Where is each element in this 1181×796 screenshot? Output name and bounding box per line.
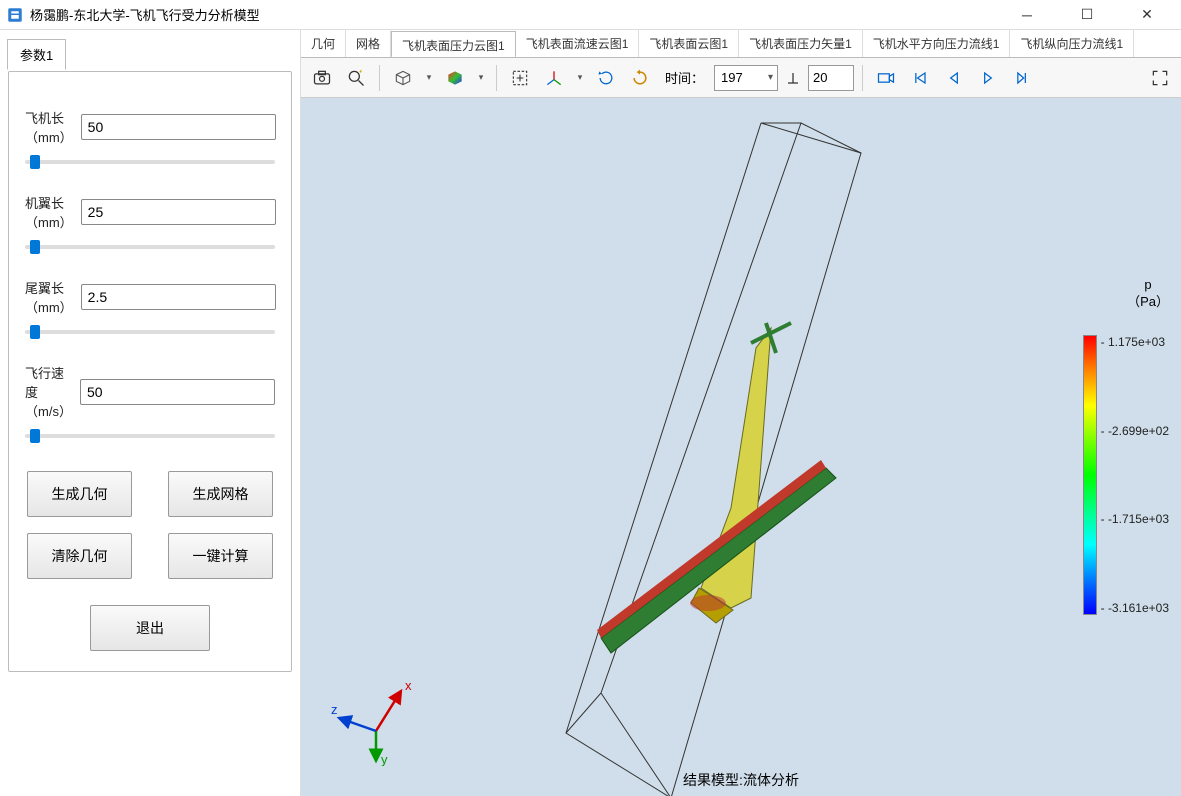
colorbar-tick: -2.699e+02: [1101, 424, 1169, 438]
svg-text:z: z: [331, 702, 338, 717]
viewport-3d[interactable]: x y z 结果模型:流体分析 p （Pa） 1.175e+03 -2.699e…: [301, 98, 1181, 796]
orientation-triad: x y z: [331, 676, 421, 766]
rotate-view-icon[interactable]: [591, 63, 621, 93]
svg-text:y: y: [381, 752, 388, 766]
plane-length-input[interactable]: [81, 114, 276, 140]
tab-pressure-contour[interactable]: 飞机表面压力云图1: [391, 31, 516, 58]
frame-input[interactable]: [808, 65, 854, 91]
perpendicular-icon[interactable]: [782, 63, 804, 93]
step-forward-icon[interactable]: [1007, 63, 1037, 93]
compute-button[interactable]: 一键计算: [168, 533, 273, 579]
tab-pressure-vector[interactable]: 飞机表面压力矢量1: [739, 30, 863, 57]
flight-speed-label: 飞行速度（m/s）: [25, 363, 72, 420]
wing-length-label: 机翼长（mm）: [25, 193, 73, 231]
skip-first-icon[interactable]: [905, 63, 935, 93]
time-label: 时间：: [665, 68, 704, 87]
window-title: 杨霭鹏-东北大学-飞机飞行受力分析模型: [30, 5, 1007, 24]
parameter-tab[interactable]: 参数1: [7, 39, 66, 70]
tab-vertical-streamline[interactable]: 飞机纵向压力流线1: [1010, 30, 1134, 57]
play-icon[interactable]: [973, 63, 1003, 93]
step-back-icon[interactable]: [939, 63, 969, 93]
window-titlebar: 杨霭鹏-东北大学-飞机飞行受力分析模型 ─ ☐ ✕: [0, 0, 1181, 30]
window-close-button[interactable]: ✕: [1127, 1, 1167, 29]
tab-geometry[interactable]: 几何: [301, 30, 346, 57]
colorbar-gradient: [1083, 335, 1097, 615]
fit-view-icon[interactable]: [505, 63, 535, 93]
svg-text:x: x: [405, 678, 412, 693]
colormap-dropdown[interactable]: ▾: [474, 72, 488, 83]
tab-surface-contour[interactable]: 飞机表面云图1: [639, 30, 739, 57]
generate-mesh-button[interactable]: 生成网格: [168, 471, 273, 517]
wing-length-input[interactable]: [81, 199, 276, 225]
zoom-icon[interactable]: [341, 63, 371, 93]
plane-length-label: 飞机长（mm）: [25, 108, 73, 146]
tab-horizontal-streamline[interactable]: 飞机水平方向压力流线1: [863, 30, 1011, 57]
window-minimize-button[interactable]: ─: [1007, 1, 1047, 29]
result-tabs: 几何 网格 飞机表面压力云图1 飞机表面流速云图1 飞机表面云图1 飞机表面压力…: [301, 30, 1181, 58]
colormap-icon[interactable]: [440, 63, 470, 93]
colorbar-tick: 1.175e+03: [1101, 335, 1169, 349]
viewer-toolbar: ▾ ▾ ▾ 时间： 197: [301, 58, 1181, 98]
axes-orientation-icon[interactable]: [539, 63, 569, 93]
result-model-label: 结果模型:流体分析: [683, 770, 799, 790]
screenshot-icon[interactable]: [307, 63, 337, 93]
parameter-panel: 参数1 飞机长（mm） 机翼长（mm）: [0, 30, 300, 796]
record-icon[interactable]: [871, 63, 901, 93]
tab-mesh[interactable]: 网格: [346, 30, 391, 57]
exit-button[interactable]: 退出: [90, 605, 210, 651]
app-icon: [6, 6, 24, 24]
wing-length-slider[interactable]: [25, 245, 275, 249]
fullscreen-icon[interactable]: [1145, 63, 1175, 93]
colorbar-tick: -3.161e+03: [1101, 601, 1169, 615]
clear-geometry-button[interactable]: 清除几何: [27, 533, 132, 579]
tail-length-label: 尾翼长（mm）: [25, 278, 73, 316]
time-select[interactable]: 197: [714, 65, 778, 91]
colorbar-tick: -1.715e+03: [1101, 512, 1169, 526]
colorbar: 1.175e+03 -2.699e+02 -1.715e+03 -3.161e+…: [1083, 335, 1169, 615]
transparency-icon[interactable]: [388, 63, 418, 93]
window-maximize-button[interactable]: ☐: [1067, 1, 1107, 29]
axes-dropdown[interactable]: ▾: [573, 72, 587, 83]
scene-svg: [301, 98, 1181, 796]
transparency-dropdown[interactable]: ▾: [422, 72, 436, 83]
tab-velocity-contour[interactable]: 飞机表面流速云图1: [516, 30, 640, 57]
plane-length-slider[interactable]: [25, 160, 275, 164]
flight-speed-slider[interactable]: [25, 434, 275, 438]
colorbar-title: p （Pa）: [1127, 277, 1169, 311]
tail-length-input[interactable]: [81, 284, 276, 310]
flight-speed-input[interactable]: [80, 379, 275, 405]
generate-geometry-button[interactable]: 生成几何: [27, 471, 132, 517]
tail-length-slider[interactable]: [25, 330, 275, 334]
reset-view-icon[interactable]: [625, 63, 655, 93]
